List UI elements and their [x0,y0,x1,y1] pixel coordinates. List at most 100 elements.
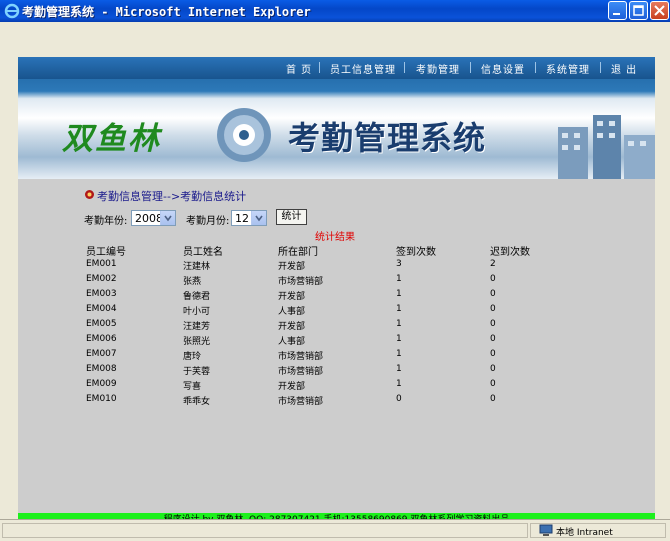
cell-department: 开发部 [278,322,306,332]
minimize-button[interactable] [608,1,627,20]
nav-separator [404,62,405,73]
cell-late-count: 0 [490,394,496,404]
month-dropdown-arrow[interactable] [251,211,266,225]
security-zone: 本地 Intranet [556,528,613,538]
maximize-icon [633,5,644,16]
window-title: 考勤管理系统 - Microsoft Internet Explorer [22,5,311,19]
cell-checkin-count: 3 [396,259,402,269]
cell-employee-name: 写喜 [183,382,202,392]
col-header-late-count: 迟到次数 [490,247,530,258]
cell-employee-name: 张照光 [183,337,211,347]
breadcrumb-icon [85,190,94,199]
status-bar: 本地 Intranet [0,519,670,541]
cell-department: 市场营销部 [278,367,324,377]
cell-department: 人事部 [278,307,306,317]
cell-employee-name: 于芙蓉 [183,367,211,377]
cell-department: 市场营销部 [278,397,324,407]
year-select-value: 2008 [135,212,163,225]
cell-department: 市场营销部 [278,352,324,362]
nav-separator [319,62,320,73]
nav-attendance[interactable]: 考勤管理 [416,61,460,76]
cell-employee-name: 乖乖女 [183,397,211,407]
nav-system[interactable]: 系统管理 [546,61,590,76]
cell-checkin-count: 1 [396,364,402,374]
cell-late-count: 0 [490,364,496,374]
cell-late-count: 0 [490,319,496,329]
year-dropdown-arrow[interactable] [160,211,175,225]
status-pane [2,523,528,538]
nav-separator [535,62,536,73]
stat-button[interactable]: 统计 [276,209,307,225]
cell-employee-id: EM002 [86,274,117,284]
nav-bar: 首 页 员工信息管理 考勤管理 信息设置 系统管理 退 出 [18,57,655,79]
year-select[interactable]: 2008 [131,210,176,226]
minimize-icon [613,13,620,15]
cell-employee-name: 叶小可 [183,307,211,317]
cell-checkin-count: 1 [396,334,402,344]
cell-employee-id: EM007 [86,349,117,359]
cell-employee-name: 唐玲 [183,352,202,362]
cell-late-count: 0 [490,304,496,314]
close-button[interactable] [650,1,669,20]
window-titlebar: 考勤管理系统 - Microsoft Internet Explorer [0,0,670,22]
cell-late-count: 0 [490,289,496,299]
cell-checkin-count: 1 [396,319,402,329]
cell-late-count: 0 [490,379,496,389]
nav-info-settings[interactable]: 信息设置 [481,61,525,76]
nav-logout[interactable]: 退 出 [611,61,637,76]
col-header-checkin-count: 签到次数 [396,247,436,258]
col-header-department: 所在部门 [278,247,318,258]
internet-explorer-icon [4,3,20,19]
cell-employee-id: EM005 [86,319,117,329]
banner-logo: 双鱼林 [62,121,161,157]
browser-frame: 首 页 员工信息管理 考勤管理 信息设置 系统管理 退 出 双鱼林 考勤管理系统 [0,22,670,527]
site-banner: 首 页 员工信息管理 考勤管理 信息设置 系统管理 退 出 双鱼林 考勤管理系统 [18,57,655,179]
orb-graphic [217,108,271,162]
cell-late-count: 0 [490,349,496,359]
cell-employee-name: 鲁德君 [183,292,211,302]
cell-employee-name: 汪建芳 [183,322,211,332]
cell-checkin-count: 1 [396,349,402,359]
cell-employee-id: EM004 [86,304,117,314]
cell-late-count: 0 [490,274,496,284]
cell-employee-id: EM009 [86,379,117,389]
buildings-graphic [558,115,655,179]
cell-department: 开发部 [278,292,306,302]
cell-employee-id: EM001 [86,259,117,269]
cell-department: 人事部 [278,337,306,347]
cell-checkin-count: 1 [396,304,402,314]
nav-employee-info[interactable]: 员工信息管理 [330,61,396,76]
intranet-icon [539,524,553,536]
breadcrumb: 考勤信息管理-->考勤信息统计 [97,190,247,203]
cell-employee-id: EM006 [86,334,117,344]
cell-employee-id: EM010 [86,394,117,404]
banner-system-name: 考勤管理系统 [288,119,487,157]
month-select[interactable]: 12 [231,210,267,226]
cell-department: 开发部 [278,382,306,392]
cell-checkin-count: 1 [396,274,402,284]
cell-department: 开发部 [278,262,306,272]
cell-department: 市场营销部 [278,277,324,287]
month-select-value: 12 [235,212,249,225]
year-label: 考勤年份: [84,216,128,227]
cell-employee-name: 汪建林 [183,262,211,272]
cell-late-count: 2 [490,259,496,269]
nav-home[interactable]: 首 页 [286,61,312,76]
close-icon [654,5,665,16]
result-title: 统计结果 [315,232,355,243]
cell-checkin-count: 0 [396,394,402,404]
nav-separator [470,62,471,73]
cell-employee-id: EM008 [86,364,117,374]
cell-employee-name: 张燕 [183,277,202,287]
nav-separator [600,62,601,73]
cell-employee-id: EM003 [86,289,117,299]
col-header-employee-name: 员工姓名 [183,247,223,258]
month-label: 考勤月份: [186,216,230,227]
content-area: 考勤信息管理-->考勤信息统计 考勤年份: 2008 考勤月份: 12 统计 统… [18,179,655,509]
cell-late-count: 0 [490,334,496,344]
chevron-down-icon [164,215,172,222]
chevron-down-icon [255,215,263,222]
cell-checkin-count: 1 [396,379,402,389]
col-header-employee-id: 员工编号 [86,247,126,258]
maximize-button[interactable] [629,1,648,20]
